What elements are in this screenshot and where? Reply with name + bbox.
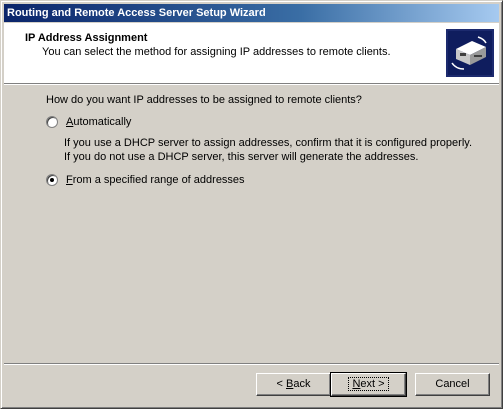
automatic-description-line-1: If you use a DHCP server to assign addre…: [64, 137, 472, 149]
radio-button-automatically[interactable]: [46, 116, 58, 128]
title-bar[interactable]: Routing and Remote Access Server Setup W…: [4, 4, 499, 22]
header-divider: [4, 84, 499, 85]
cancel-button[interactable]: Cancel: [415, 373, 490, 396]
next-focus-rect: Next >: [348, 377, 389, 391]
automatic-description-line-2: If you do not use a DHCP server, this se…: [64, 151, 419, 163]
network-wizard-icon: [446, 29, 494, 77]
button-separator: [4, 363, 499, 365]
window-title: Routing and Remote Access Server Setup W…: [7, 7, 266, 19]
radio-selected-dot: [50, 178, 54, 182]
radio-automatically[interactable]: Automatically: [46, 116, 131, 128]
assignment-question: How do you want IP addresses to be assig…: [46, 94, 362, 106]
page-subtitle: You can select the method for assigning …: [42, 46, 391, 58]
next-button[interactable]: Next >: [330, 372, 407, 397]
wizard-header: IP Address Assignment You can select the…: [4, 23, 499, 84]
radio-button-specified-range[interactable]: [46, 174, 58, 186]
radio-label-automatically[interactable]: Automatically: [66, 116, 131, 128]
radio-label-specified-range[interactable]: From a specified range of addresses: [66, 174, 245, 186]
wizard-window: Routing and Remote Access Server Setup W…: [0, 0, 503, 409]
back-button[interactable]: < Back: [256, 373, 331, 396]
page-title: IP Address Assignment: [25, 32, 148, 44]
radio-specified-range[interactable]: From a specified range of addresses: [46, 174, 245, 186]
